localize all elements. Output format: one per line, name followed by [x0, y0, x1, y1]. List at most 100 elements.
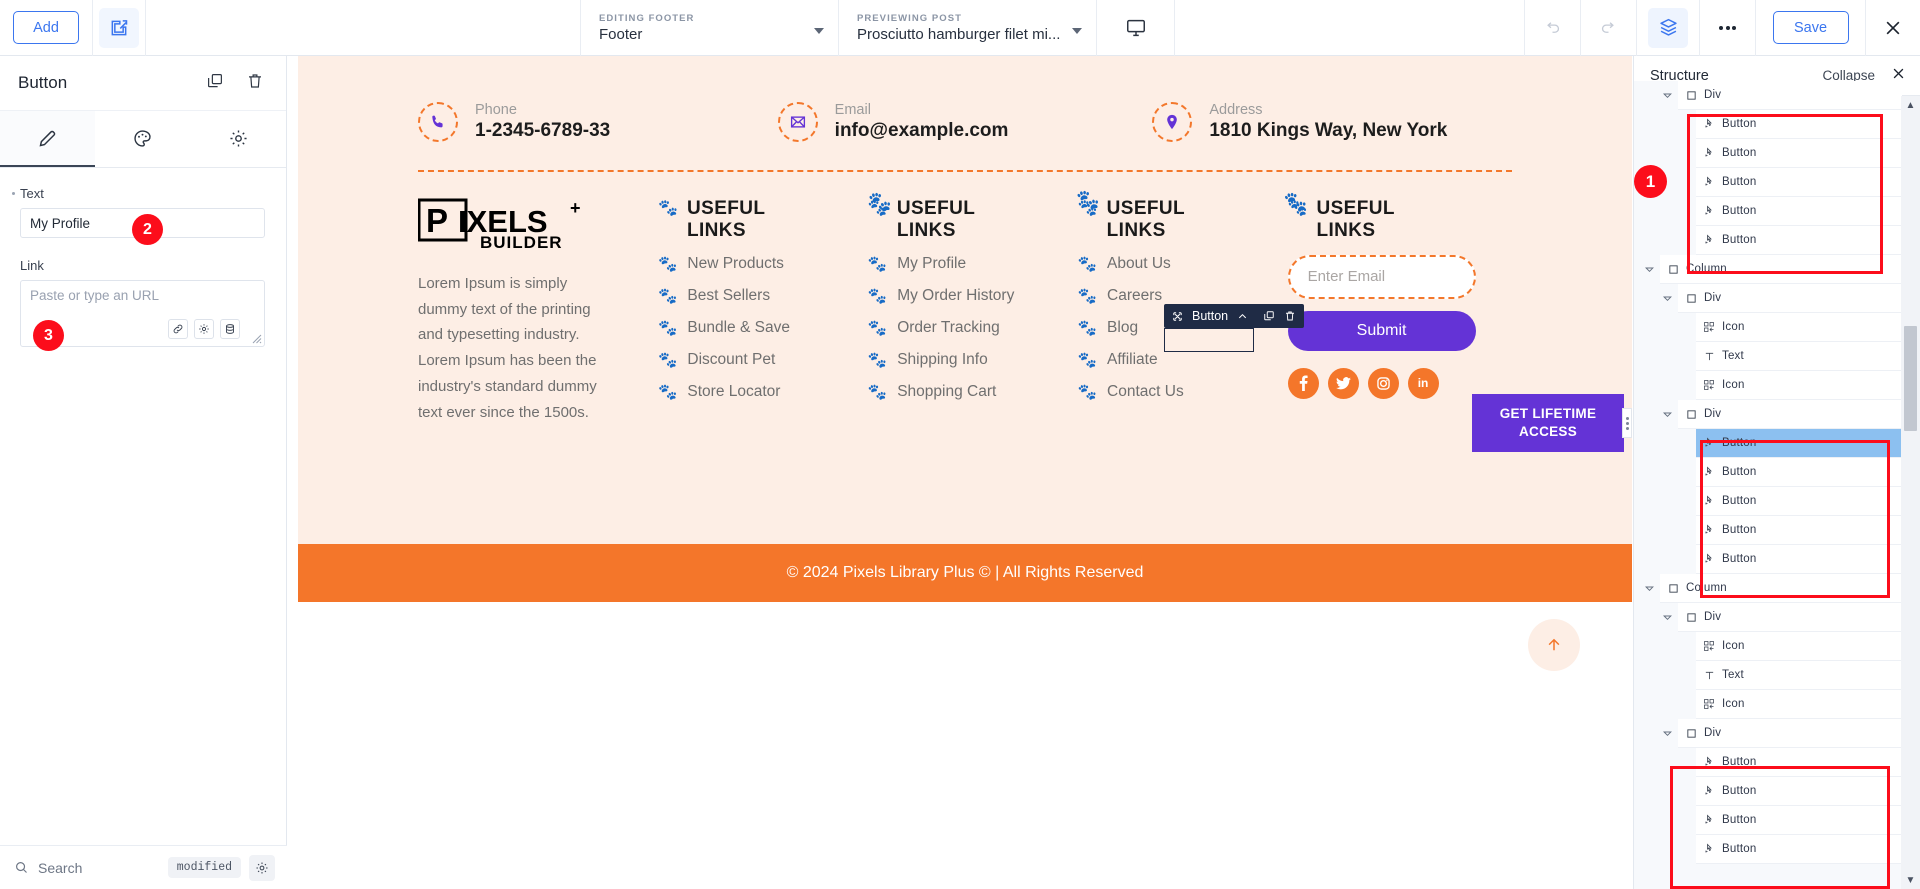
search-field[interactable]: Search	[14, 860, 160, 876]
tree-node-button[interactable]: Button	[1696, 110, 1902, 139]
edit-square-icon[interactable]	[99, 7, 139, 48]
tree-gutter	[1634, 81, 1678, 110]
tree-node-icon[interactable]: Icon	[1696, 313, 1902, 342]
structure-scrollbar[interactable]: ▲ ▼	[1901, 96, 1920, 889]
tree-node-button[interactable]: Button	[1696, 487, 1902, 516]
instagram-icon[interactable]	[1367, 367, 1399, 399]
contact-value: info@example.com	[834, 120, 1009, 142]
move-icon[interactable]	[1172, 311, 1183, 322]
duplicate-icon[interactable]	[206, 72, 224, 95]
device-preview-button[interactable]	[1097, 0, 1175, 56]
annotation-marker-2: 2	[132, 214, 163, 245]
footer-link[interactable]: 🐾 Store Locator	[658, 383, 868, 402]
footer-link[interactable]: 🐾 Bundle & Save	[658, 319, 868, 338]
undo-button[interactable]	[1525, 0, 1581, 56]
map-pin-icon	[1152, 102, 1193, 143]
trash-icon[interactable]	[1284, 310, 1296, 322]
chevron-down-icon[interactable]	[1645, 265, 1654, 274]
tree-node-text[interactable]: Text	[1696, 661, 1902, 690]
tree-node-text[interactable]: Text	[1696, 342, 1902, 371]
footer-link[interactable]: 🐾 My Order History	[868, 287, 1078, 306]
tree-node-label: Icon	[1722, 698, 1745, 710]
tree-node-button[interactable]: Button	[1696, 516, 1902, 545]
footer-link[interactable]: 🐾 Discount Pet	[658, 351, 868, 370]
tree-node-button[interactable]: Button	[1696, 835, 1902, 864]
tree-node-div[interactable]: Div	[1678, 603, 1902, 632]
tree-node-button[interactable]: Button	[1696, 777, 1902, 806]
footer-link[interactable]: 🐾 Order Tracking	[868, 319, 1078, 338]
link-icon[interactable]	[168, 319, 188, 339]
scroll-to-top-button[interactable]	[1528, 619, 1580, 671]
tree-node-button[interactable]: Button	[1696, 748, 1902, 777]
editing-footer-selector[interactable]: EDITING FOOTER Footer	[581, 0, 839, 56]
get-lifetime-access-button[interactable]: GET LIFETIME ACCESS	[1472, 394, 1624, 452]
tree-node-icon[interactable]: Icon	[1696, 632, 1902, 661]
submit-button[interactable]: Submit	[1287, 310, 1476, 351]
tree-node-label: Button	[1722, 118, 1757, 130]
facebook-icon[interactable]	[1287, 367, 1319, 399]
close-icon	[1893, 68, 1904, 78]
footer-link[interactable]: 🐾 Careers	[1078, 287, 1288, 306]
footer-link[interactable]: 🐾 Contact Us	[1078, 383, 1288, 402]
tree-node-div[interactable]: Div	[1678, 284, 1902, 313]
previewing-post-selector[interactable]: PREVIEWING POST Prosciutto hamburger fil…	[839, 0, 1097, 56]
tab-content[interactable]	[0, 111, 96, 167]
footer-link[interactable]: 🐾 Best Sellers	[658, 287, 868, 306]
close-editor-button[interactable]	[1866, 0, 1920, 56]
tree-node-column[interactable]: Column	[1660, 255, 1902, 284]
scroll-down-icon[interactable]: ▼	[1901, 871, 1920, 889]
tree-node-column[interactable]: Column	[1660, 574, 1902, 603]
chevron-down-icon[interactable]	[1645, 584, 1654, 593]
trash-icon[interactable]	[246, 72, 264, 95]
tree-node-div[interactable]: Div	[1678, 719, 1902, 748]
tab-style[interactable]	[95, 111, 190, 167]
panel-tabs	[0, 111, 286, 168]
footer-link[interactable]: 🐾 About Us	[1078, 255, 1288, 274]
tree-node-div[interactable]: Div	[1678, 400, 1902, 429]
chevron-down-icon[interactable]	[1663, 294, 1672, 303]
more-options-button[interactable]	[1700, 0, 1756, 56]
scrollbar-thumb[interactable]	[1904, 326, 1917, 431]
tree-node-button[interactable]: Button	[1696, 139, 1902, 168]
status-badge: modified	[167, 857, 241, 878]
footer-link[interactable]: 🐾 Shopping Cart	[868, 383, 1078, 402]
tree-node-icon[interactable]: Icon	[1696, 690, 1902, 719]
tree-node-icon[interactable]: Icon	[1696, 371, 1902, 400]
linkedin-icon[interactable]: in	[1407, 367, 1439, 399]
footer-link[interactable]: 🐾 Affiliate	[1078, 351, 1288, 370]
tree-node-button[interactable]: Button	[1696, 429, 1902, 458]
footer-link[interactable]: 🐾 Shipping Info	[868, 351, 1078, 370]
twitter-icon[interactable]	[1327, 367, 1359, 399]
tree-node-button[interactable]: Button	[1696, 458, 1902, 487]
resize-grip-icon[interactable]	[250, 332, 262, 344]
scroll-up-icon[interactable]: ▲	[1901, 96, 1920, 114]
tree-node-button[interactable]: Button	[1696, 545, 1902, 574]
tree-gutter	[1634, 197, 1696, 226]
chevron-down-icon[interactable]	[1663, 729, 1672, 738]
tab-advanced[interactable]	[191, 111, 286, 167]
redo-button[interactable]	[1581, 0, 1637, 56]
chevron-up-icon[interactable]	[1237, 311, 1248, 322]
tree-node-div[interactable]: Div	[1678, 81, 1902, 110]
topbar-spacer-right	[1175, 0, 1525, 56]
save-button[interactable]: Save	[1772, 11, 1849, 44]
layers-button[interactable]	[1648, 7, 1688, 48]
tree-node-button[interactable]: Button	[1696, 806, 1902, 835]
duplicate-icon[interactable]	[1263, 310, 1275, 322]
tree-node-label: Column	[1686, 263, 1727, 275]
chevron-down-icon[interactable]	[1663, 613, 1672, 622]
gear-icon[interactable]	[194, 319, 214, 339]
tree-node-button[interactable]: Button	[1696, 197, 1902, 226]
footer-settings-button[interactable]	[249, 854, 275, 881]
tree-node-button[interactable]: Button	[1696, 226, 1902, 255]
chevron-down-icon[interactable]	[1663, 410, 1672, 419]
database-icon[interactable]	[220, 319, 240, 339]
add-button[interactable]: Add	[13, 11, 79, 44]
footer-link-selected[interactable]: 🐾 My Profile	[868, 255, 1078, 274]
footer-link[interactable]: 🐾 New Products	[658, 255, 868, 274]
chevron-down-icon[interactable]	[1663, 91, 1672, 100]
cta-drag-handle[interactable]	[1622, 408, 1632, 438]
email-input[interactable]: Enter Email	[1287, 254, 1476, 299]
tree-node-button[interactable]: Button	[1696, 168, 1902, 197]
button-icon	[1696, 814, 1722, 826]
